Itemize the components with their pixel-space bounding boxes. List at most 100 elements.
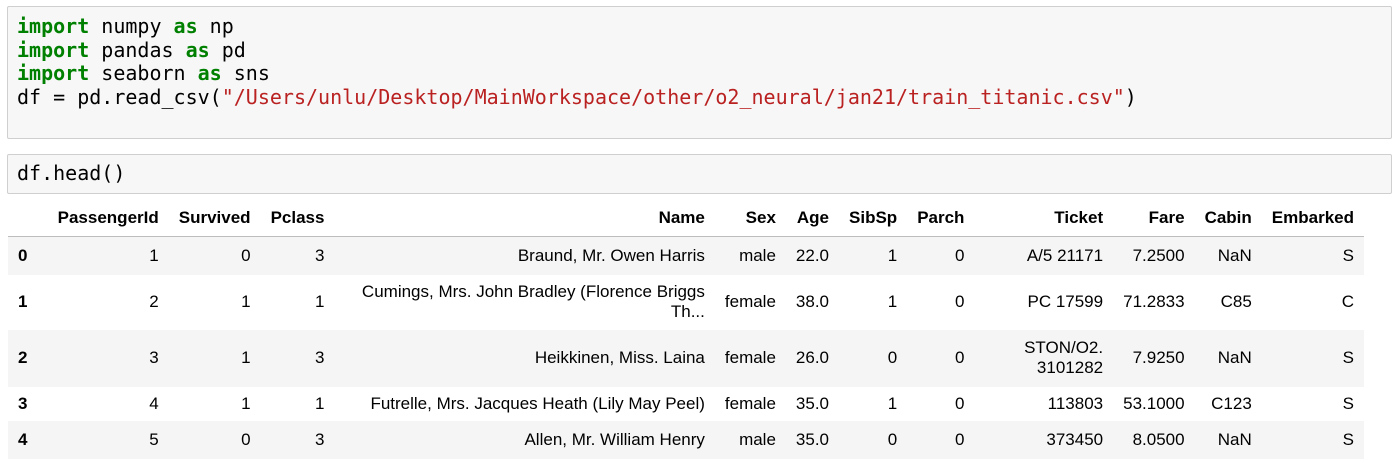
cell-survived: 1 [241,393,251,413]
cell-embarked: S [1342,348,1354,367]
cell-cabin: NaN [1217,429,1252,449]
cell-parch: 0 [954,393,965,413]
cell-passengerid: 4 [149,393,159,413]
cell-passengerid: 1 [149,245,159,265]
code-text: np [197,14,234,38]
cell-sex: female [724,393,776,413]
code-line: df = pd.read_csv("/Users/unlu/Desktop/Ma… [17,84,1137,110]
table-row: 3 4 1 1 Futrelle, Mrs. Jacques Heath (Li… [8,387,1364,421]
cell-sibsp: 1 [887,393,898,413]
column-header-pclass: Pclass [260,200,335,237]
cell-survived: 0 [241,245,251,265]
code-keyword: as [185,37,210,62]
code-text: pandas [89,37,186,62]
cell-parch: 0 [954,429,965,449]
cell-pclass: 1 [314,393,325,413]
cell-embarked: C [1341,292,1354,311]
table-row: 2 3 1 3 Heikkinen, Miss. Laina female 26… [8,329,1364,387]
cell-sibsp: 0 [887,429,898,449]
cell-sibsp: 1 [887,245,898,265]
column-header-survived: Survived [168,200,261,237]
code-line: import numpy as np [17,14,1137,39]
code-keyword: import [17,61,90,85]
cell-fare: 53.1000 [1123,393,1185,413]
cell-fare: 8.0500 [1132,429,1185,449]
code-cell-head[interactable]: df.head() [7,154,1392,194]
cell-parch: 0 [954,245,965,265]
cell-sex: female [724,348,776,367]
column-header-fare: Fare [1113,200,1195,237]
table-row: 0 1 0 3 Braund, Mr. Owen Harris male 22.… [8,236,1364,275]
column-header-sex: Sex [714,200,786,237]
cell-cabin: C85 [1220,292,1252,311]
column-header-parch: Parch [907,200,975,237]
cell-sex: male [739,429,776,449]
column-header-embarked: Embarked [1261,200,1364,237]
cell-embarked: S [1342,429,1354,449]
cell-pclass: 3 [314,245,325,265]
row-index: 3 [18,393,28,413]
cell-sex: male [739,245,776,265]
cell-pclass: 3 [314,348,325,367]
cell-ticket: 373450 [1046,429,1104,449]
cell-fare: 71.2833 [1123,292,1185,311]
cell-passengerid: 2 [149,292,159,311]
code-editor[interactable]: df.head() [17,161,125,186]
cell-name: Cumings, Mrs. John Bradley (Florence Bri… [361,282,705,321]
column-header-passengerid: PassengerId [47,200,169,237]
code-keyword: import [17,14,90,38]
index-header [8,200,48,237]
cell-name: Allen, Mr. William Henry [524,429,705,449]
cell-age: 26.0 [795,348,830,367]
cell-cabin: C123 [1211,393,1252,413]
cell-sibsp: 1 [887,292,898,311]
code-cell-imports[interactable]: import numpy as np import pandas as pd imp… [7,6,1392,139]
cell-age: 22.0 [795,245,830,265]
column-header-ticket: Ticket [974,200,1114,237]
row-index: 2 [18,348,28,367]
cell-fare: 7.9250 [1132,348,1185,367]
cell-ticket: A/5 21171 [1026,245,1104,265]
cell-survived: 0 [241,429,251,449]
code-text: pd [209,37,246,62]
cell-survived: 1 [241,348,251,367]
cell-embarked: S [1342,393,1354,413]
code-text: sns [221,61,270,85]
cell-name: Braund, Mr. Owen Harris [517,245,705,265]
cell-passengerid: 3 [149,348,159,367]
code-string: "/Users/unlu/Desktop/MainWorkspace/other… [221,84,1125,109]
code-editor[interactable]: import numpy as np import pandas as pd imp… [17,14,1137,110]
row-index: 4 [18,429,28,449]
column-header-age: Age [785,200,840,237]
column-header-name: Name [334,200,715,237]
cell-age: 35.0 [795,393,830,413]
code-line: import seaborn as sns [17,61,1137,86]
cell-sex: female [724,292,776,311]
cell-ticket: STON/O2. 3101282 [1024,338,1104,377]
code-line: df.head() [17,161,125,186]
code-text: df = pd.read_csv( [17,84,222,109]
cell-ticket: 113803 [1047,393,1104,413]
cell-age: 35.0 [795,429,830,449]
code-text: numpy [89,14,174,38]
code-keyword: import [17,37,90,62]
cell-ticket: PC 17599 [1027,292,1104,311]
cell-parch: 0 [954,348,965,367]
table-header-row: PassengerId Survived Pclass Name Sex Age… [8,200,1364,237]
code-keyword: as [197,61,222,85]
cell-pclass: 3 [314,429,325,449]
cell-embarked: S [1342,245,1354,265]
column-header-sibsp: SibSp [839,200,908,237]
cell-parch: 0 [954,292,965,311]
row-index: 0 [18,245,28,265]
cell-name: Heikkinen, Miss. Laina [534,348,705,367]
row-index: 1 [18,292,28,311]
table-row: 1 2 1 1 Cumings, Mrs. John Bradley (Flor… [8,275,1364,330]
code-line: import pandas as pd [17,37,1137,63]
table-row: 4 5 0 3 Allen, Mr. William Henry male 35… [8,420,1364,459]
code-keyword: as [173,14,198,38]
dataframe-output-table: PassengerId Survived Pclass Name Sex Age… [8,200,1364,459]
cell-survived: 1 [241,292,251,311]
code-text: ) [1124,84,1137,109]
column-header-cabin: Cabin [1194,200,1262,237]
